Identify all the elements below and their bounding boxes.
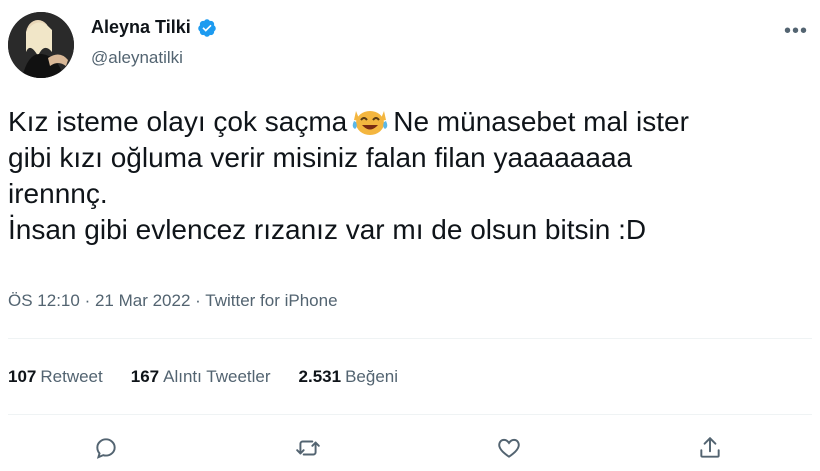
reply-icon [96,438,116,459]
quotes-label: Alıntı Tweetler [163,367,271,386]
likes-stat[interactable]: 2.531 Beğeni [299,367,398,387]
likes-count: 2.531 [298,367,342,386]
author-name[interactable]: Aleyna Tilki [91,17,191,38]
retweet-button[interactable] [288,428,328,468]
more-options-icon[interactable]: ••• [784,20,808,43]
retweets-stat[interactable]: 107 Retweet [8,367,103,387]
tweet-actions [0,428,820,468]
meta-separator: · [84,291,91,310]
reply-button[interactable] [86,428,126,468]
tweet-line-3: irennnç. [8,178,108,209]
like-icon [498,438,520,458]
retweet-icon [296,440,320,456]
author-name-row: Aleyna Tilki [91,17,217,38]
tweet-source[interactable]: Twitter for iPhone [205,291,337,310]
tweet-meta: ÖS 12:10 · 21 Mar 2022 · Twitter for iPh… [8,291,338,311]
tweet-line-1: Kız isteme olayı çok saçma Ne münasebet … [8,104,814,140]
verified-badge-icon [197,18,216,37]
cat-tears-of-joy-icon [352,111,388,135]
retweets-label: Retweet [40,367,103,386]
quotes-stat[interactable]: 167 Alıntı Tweetler [131,367,271,387]
retweets-count: 107 [8,367,37,386]
tweet-line-2: gibi kızı oğluma verir misiniz falan fil… [8,142,633,173]
author-handle[interactable]: @aleynatilki [91,48,183,68]
like-button[interactable] [489,428,529,468]
likes-label: Beğeni [345,367,399,386]
divider [8,338,812,339]
tweet-date[interactable]: 21 Mar 2022 [95,291,190,310]
tweet-line-4: İnsan gibi evlencez rızanız var mı de ol… [8,214,647,245]
tweet-time[interactable]: ÖS 12:10 [8,291,80,310]
tweet-text: Kız isteme olayı çok saçma Ne münasebet … [8,104,814,248]
avatar[interactable] [8,12,74,78]
quotes-count: 167 [130,367,160,386]
tweet-text-part: Kız isteme olayı çok saçma [8,106,348,137]
divider [8,414,812,415]
meta-separator: · [195,291,201,310]
tweet-text-part: Ne münasebet mal ister [393,106,689,137]
share-icon [700,437,720,458]
share-button[interactable] [690,428,730,468]
tweet-stats: 107 Retweet 167 Alıntı Tweetler 2.531 Beğen… [8,367,398,387]
